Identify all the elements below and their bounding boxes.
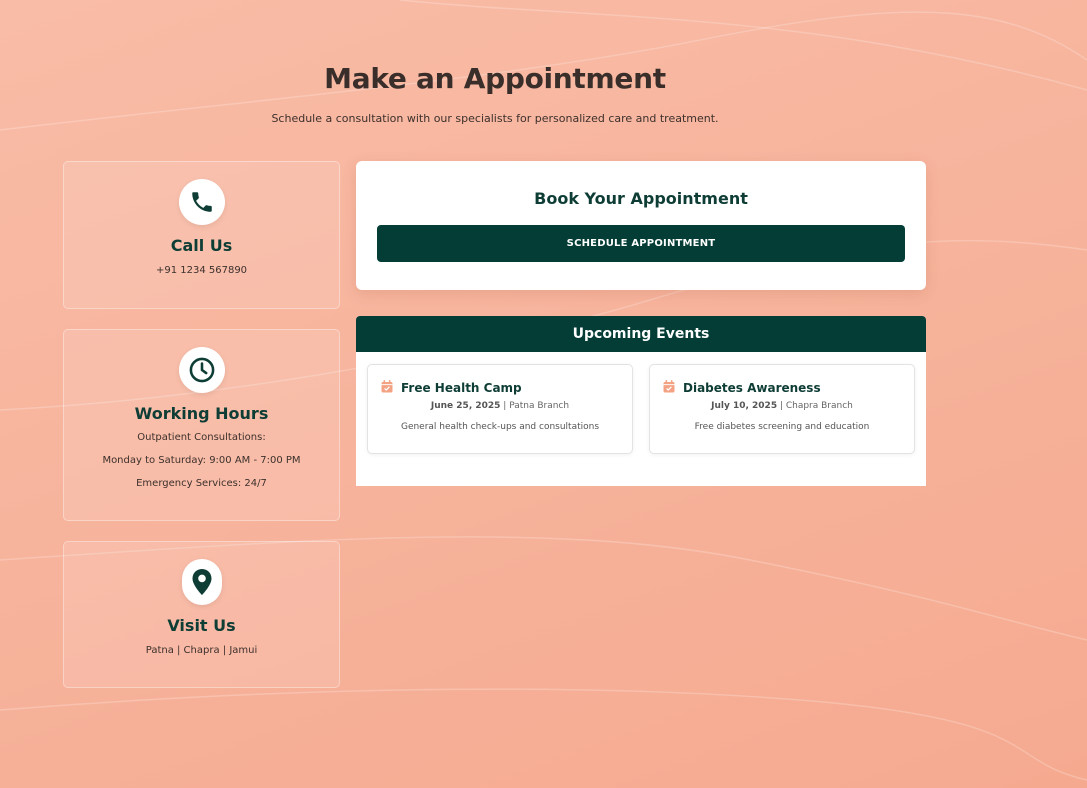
event-date: June 25, 2025 (430, 401, 501, 411)
hours-line: Emergency Services: 24/7 (136, 478, 267, 489)
working-hours-card: Working Hours Outpatient Consultations: … (63, 329, 340, 521)
event-date: July 10, 2025 (711, 401, 778, 411)
event-card[interactable]: Diabetes Awareness July 10, 2025 | Chapr… (649, 364, 915, 454)
event-location: Patna Branch (509, 401, 570, 411)
call-us-card: Call Us +91 1234 567890 (63, 161, 340, 309)
event-location: Chapra Branch (785, 401, 853, 411)
clock-icon (178, 347, 225, 393)
event-meta-separator: | (500, 401, 510, 411)
map-pin-icon (181, 559, 222, 605)
event-meta: June 25, 2025 | Patna Branch (368, 401, 632, 411)
upcoming-events-panel: Upcoming Events Free Health Camp June 25… (356, 316, 926, 486)
calendar-check-icon (381, 378, 393, 397)
schedule-appointment-button[interactable]: SCHEDULE APPOINTMENT (377, 225, 905, 262)
event-meta: July 10, 2025 | Chapra Branch (650, 401, 914, 411)
phone-icon (178, 179, 225, 225)
hours-line: Outpatient Consultations: (137, 432, 266, 443)
visit-us-card: Visit Us Patna | Chapra | Jamui (63, 541, 340, 688)
upcoming-events-header: Upcoming Events (356, 316, 926, 352)
visit-us-title: Visit Us (167, 616, 236, 635)
locations-text: Patna | Chapra | Jamui (145, 645, 258, 656)
book-appointment-card: Book Your Appointment SCHEDULE APPOINTME… (356, 161, 926, 290)
event-meta-separator: | (777, 401, 786, 411)
event-description: Free diabetes screening and education (694, 422, 870, 432)
page-subtitle: Schedule a consultation with our special… (271, 112, 719, 125)
hours-line: Monday to Saturday: 9:00 AM - 7:00 PM (102, 455, 301, 466)
event-title: Diabetes Awareness (683, 380, 821, 395)
event-card[interactable]: Free Health Camp June 25, 2025 | Patna B… (367, 364, 633, 454)
phone-number[interactable]: +91 1234 567890 (64, 259, 339, 282)
working-hours-title: Working Hours (134, 404, 269, 423)
book-appointment-title: Book Your Appointment (534, 189, 748, 208)
event-title: Free Health Camp (401, 380, 522, 395)
page-title: Make an Appointment (324, 62, 666, 95)
event-description: General health check-ups and consultatio… (400, 422, 600, 432)
call-us-title: Call Us (170, 236, 233, 255)
calendar-check-icon (663, 378, 675, 397)
